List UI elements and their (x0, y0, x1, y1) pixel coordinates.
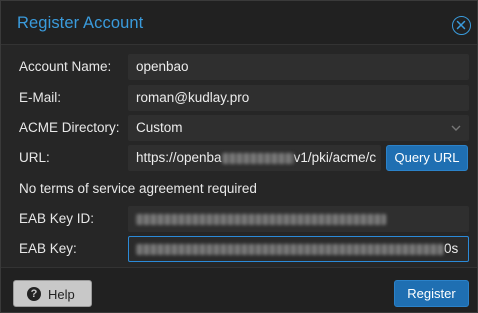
eab-key-id-label: EAB Key ID: (19, 211, 95, 226)
close-button[interactable] (452, 16, 471, 35)
query-url-button[interactable]: Query URL (386, 145, 468, 171)
acme-directory-row: ACME Directory: Custom (1, 115, 477, 141)
redacted-blur (221, 152, 294, 164)
account-name-label: Account Name: (19, 59, 112, 74)
close-icon (456, 20, 466, 30)
url-value-prefix: https://openba (136, 150, 222, 165)
dialog-titlebar: Register Account (1, 1, 477, 45)
register-button[interactable]: Register (394, 280, 469, 307)
acme-directory-value: Custom (136, 120, 183, 135)
tos-info-text: No terms of service agreement required (19, 181, 257, 196)
email-row: E-Mail: roman@kudlay.pro (1, 85, 477, 111)
acme-directory-select[interactable]: Custom (128, 115, 469, 141)
url-label: URL: (19, 150, 50, 165)
chevron-down-icon (451, 125, 461, 131)
eab-key-value-tail: 0s (444, 241, 459, 256)
eab-key-id-row: EAB Key ID: (1, 206, 477, 232)
eab-key-field[interactable]: 0s (128, 236, 469, 262)
account-name-value: openbao (136, 59, 189, 74)
help-label: Help (48, 287, 75, 302)
email-field[interactable]: roman@kudlay.pro (128, 85, 469, 111)
redacted-blur (136, 213, 386, 225)
question-circle-icon: ? (27, 287, 41, 301)
dialog-footer: ? Help Register (1, 267, 477, 312)
eab-key-row: EAB Key: 0s (1, 236, 477, 262)
dialog-title: Register Account (17, 14, 144, 32)
url-value-suffix: v1/pki/acme/c (293, 150, 377, 165)
acme-directory-label: ACME Directory: (19, 120, 120, 135)
email-label: E-Mail: (19, 90, 62, 105)
url-field[interactable]: https://openba v1/pki/acme/c (128, 145, 381, 171)
email-value: roman@kudlay.pro (136, 90, 250, 105)
account-name-field[interactable]: openbao (128, 54, 469, 80)
eab-key-label: EAB Key: (19, 241, 77, 256)
eab-key-id-field[interactable] (128, 206, 469, 232)
redacted-blur (136, 243, 444, 255)
help-button[interactable]: ? Help (13, 280, 92, 307)
account-name-row: Account Name: openbao (1, 54, 477, 80)
register-account-dialog: Register Account Account Name: openbao E… (0, 0, 478, 313)
